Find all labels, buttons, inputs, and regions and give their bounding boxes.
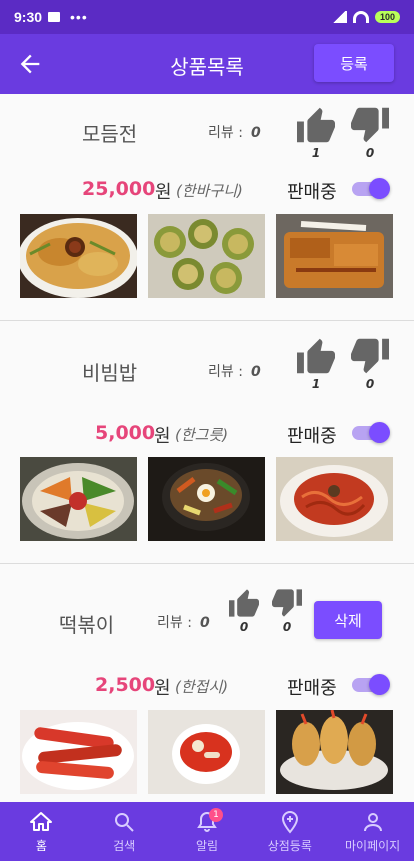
nav-notifications[interactable]: 1 알림: [166, 802, 249, 861]
home-icon: [30, 811, 53, 831]
nav-mypage[interactable]: 마이페이지: [331, 802, 414, 861]
product-photo: [148, 214, 265, 298]
like-count: 1: [311, 377, 321, 391]
review-count: 0: [250, 364, 261, 380]
selling-toggle[interactable]: [352, 421, 390, 443]
product-name: 비빔밥: [82, 361, 138, 385]
wifi-icon: [352, 11, 369, 23]
unit-label: (한바구니): [176, 182, 243, 200]
like-control[interactable]: 1: [294, 337, 338, 391]
review-info: 리뷰 : 0: [208, 361, 261, 381]
product-card: 비빔밥 리뷰 : 0 1 0 5,000 원 (한그릇) 판매중: [0, 321, 414, 564]
review-label: 리뷰 :: [208, 364, 243, 380]
nav-store-register[interactable]: 상점등록: [248, 802, 331, 861]
product-photo: [148, 710, 265, 794]
thumbs-up-icon[interactable]: [227, 588, 261, 618]
nav-home[interactable]: 홈: [0, 802, 83, 861]
like-control[interactable]: 0: [222, 588, 266, 634]
status-time: 9:30: [14, 9, 43, 25]
review-label: 리뷰 :: [157, 615, 192, 631]
currency-label: 원: [154, 426, 171, 447]
selling-toggle[interactable]: [352, 673, 390, 695]
unit-label: (한접시): [175, 678, 229, 696]
product-photo: [20, 457, 137, 541]
search-icon: [115, 812, 134, 832]
product-photo: [148, 457, 265, 541]
product-photo: [20, 710, 137, 794]
nav-search-label: 검색: [113, 838, 136, 853]
thumbs-up-icon[interactable]: [295, 337, 337, 375]
delete-button[interactable]: 삭제: [314, 601, 382, 639]
more-notifications-icon: •••: [70, 9, 88, 25]
product-list: 모듬전 리뷰 :0 1 0 25,000 원 (한바구니) 판매중 비빔밥 리뷰: [0, 94, 414, 802]
like-count: 0: [239, 620, 249, 634]
product-photo: [20, 214, 137, 298]
dislike-count: 0: [365, 146, 375, 160]
review-info: 리뷰 : 0: [208, 122, 261, 142]
dislike-control[interactable]: 0: [348, 106, 392, 160]
product-name: 모듬전: [82, 122, 138, 146]
status-bar: 9:30 ••• 100: [0, 0, 414, 34]
selling-toggle[interactable]: [352, 177, 390, 199]
product-photo: [276, 214, 393, 298]
nav-search[interactable]: 검색: [83, 802, 166, 861]
dislike-control[interactable]: 0: [348, 337, 392, 391]
currency-label: 원: [154, 678, 171, 699]
dislike-count: 0: [282, 620, 292, 634]
battery-icon: 100: [374, 11, 400, 23]
selling-status: 판매중: [287, 182, 337, 203]
product-name: 떡볶이: [59, 613, 115, 637]
nav-mypage-label: 마이페이지: [344, 838, 401, 853]
product-card: 떡볶이 리뷰 : 0 0 0 삭제 2,500 원 (한접시) 판매중: [0, 564, 414, 802]
person-icon: [363, 812, 382, 831]
review-count: 0: [250, 125, 261, 141]
like-control[interactable]: 1: [294, 106, 338, 160]
review-label: 리뷰 :: [208, 125, 243, 141]
price-value: 2,500: [95, 674, 156, 696]
back-arrow-icon[interactable]: [16, 50, 44, 78]
nav-store-register-label: 상점등록: [267, 838, 312, 853]
nav-notifications-label: 알림: [195, 838, 219, 853]
thumbs-down-icon[interactable]: [349, 337, 391, 375]
signal-icon: [330, 11, 347, 23]
thumbs-up-icon[interactable]: [295, 106, 337, 144]
thumbs-down-icon[interactable]: [270, 588, 304, 618]
location-plus-icon: [281, 810, 298, 834]
register-button[interactable]: 등록: [314, 44, 394, 82]
like-count: 1: [311, 146, 321, 160]
currency-label: 원: [155, 182, 172, 203]
nav-home-label: 홈: [35, 838, 47, 853]
dislike-count: 0: [365, 377, 375, 391]
product-photo: [276, 457, 393, 541]
bottom-navigation: 홈 검색 1 알림 상점등록 마이페이지: [0, 802, 414, 861]
product-card: 모듬전 리뷰 : 0 1 0 25,000 원 (한바구니) 판매중: [0, 94, 414, 321]
price-value: 25,000: [82, 178, 156, 200]
app-bar: 상품목록 등록: [0, 34, 414, 94]
mail-icon: [48, 12, 61, 22]
notification-badge: 1: [208, 808, 223, 822]
review-count: 0: [199, 615, 210, 631]
review-info: 리뷰 : 0: [157, 612, 210, 632]
selling-status: 판매중: [287, 426, 337, 447]
product-photo: [276, 710, 393, 794]
unit-label: (한그릇): [175, 426, 229, 444]
selling-status: 판매중: [287, 678, 337, 699]
dislike-control[interactable]: 0: [265, 588, 309, 634]
thumbs-down-icon[interactable]: [349, 106, 391, 144]
price-value: 5,000: [95, 422, 156, 444]
